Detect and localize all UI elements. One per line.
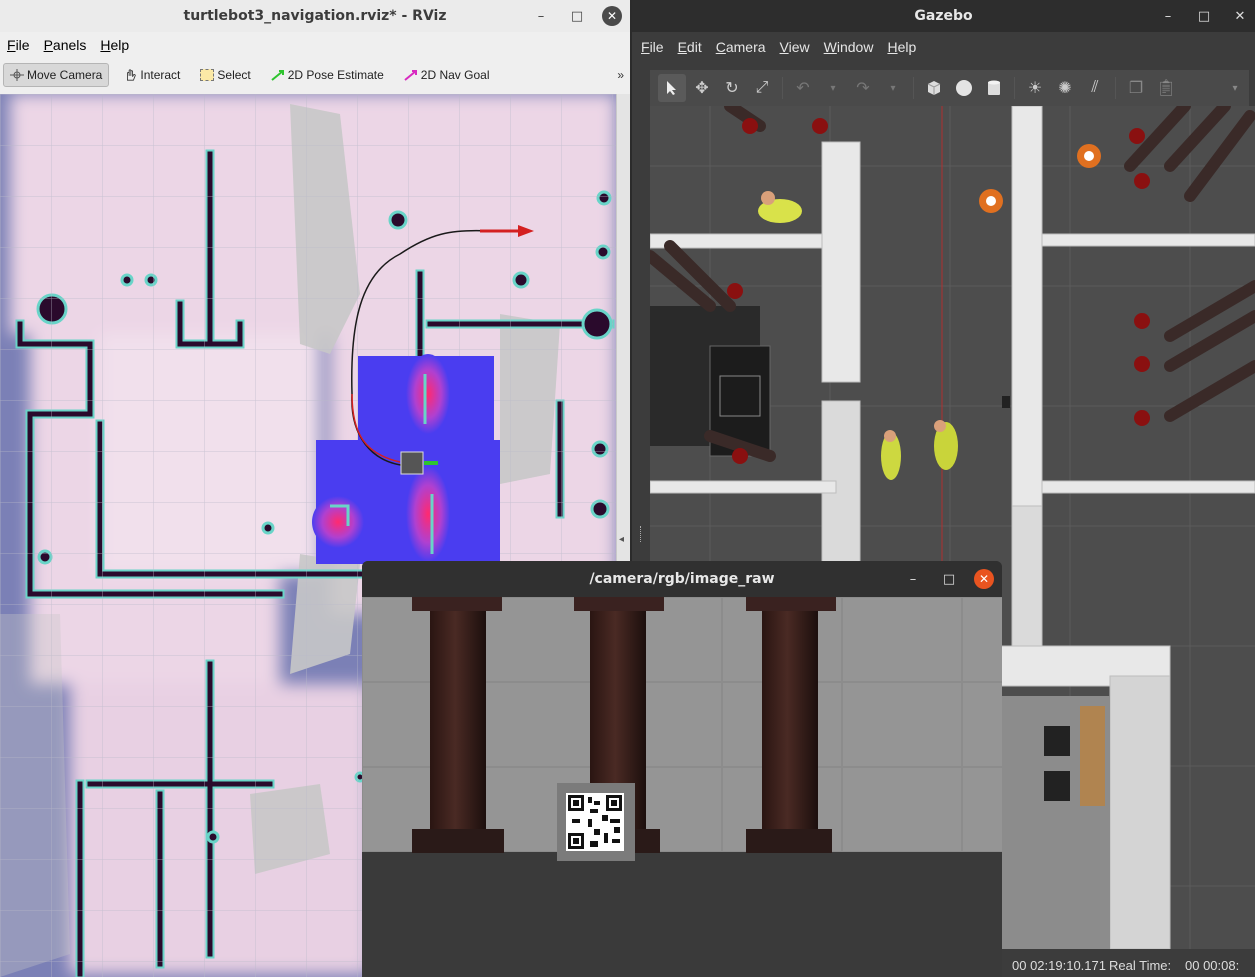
minimize-icon[interactable]: – [902,572,924,587]
gazebo-menubar: File Edit Camera View Window Help [632,36,1255,58]
camera-image [362,597,1002,977]
menu-file[interactable]: File [0,37,37,53]
magenta-arrow-icon [404,70,417,81]
hand-icon [127,69,136,81]
select-button[interactable]: Select [194,64,256,86]
redo-icon[interactable]: ↷ [849,74,877,102]
toolbar-separator [782,77,783,99]
tool-label: 2D Pose Estimate [287,68,384,82]
move-camera-icon [10,69,24,81]
sun-light-icon[interactable]: ☀ [1021,74,1049,102]
interact-button[interactable]: Interact [117,64,186,86]
tool-label: 2D Nav Goal [420,68,490,82]
tool-label: Interact [140,68,181,82]
undo-icon[interactable]: ↶ [789,74,817,102]
tool-label: Move Camera [27,68,103,82]
camera-image-window: /camera/rgb/image_raw – □ ✕ [362,561,1002,977]
qr-code-marker [557,783,635,861]
toolbar-separator [1115,77,1116,99]
gazebo-toolbar: ✥ ↻ ⤢ ↶ ▾ ↷ ▾ ☀ ✺ ⫽ ❐ 📋︎ ▾ [650,70,1249,106]
menu-window[interactable]: Window [817,39,881,55]
close-icon[interactable]: ✕ [974,569,994,589]
minimize-icon[interactable]: – [530,9,552,24]
close-icon[interactable]: ✕ [1229,9,1251,24]
toolbar-separator [913,77,914,99]
scale-icon[interactable]: ⤢ [748,74,776,102]
maximize-icon[interactable]: □ [566,9,588,24]
gazebo-window-controls: – □ ✕ [1157,0,1251,32]
menu-panels[interactable]: Panels [37,37,94,53]
copy-icon[interactable]: ❐ [1122,74,1150,102]
paste-icon[interactable]: 📋︎ [1152,74,1180,102]
2d-pose-estimate-button[interactable]: 2D Pose Estimate [265,64,390,86]
spot-light-icon[interactable]: ⫽ [1081,74,1109,102]
toolbar-overflow-icon[interactable]: » [617,68,624,82]
menu-view[interactable]: View [773,39,817,55]
sphere-icon[interactable] [950,74,978,102]
rviz-menubar: File Panels Help [0,34,630,56]
close-icon[interactable]: ✕ [602,6,622,26]
maximize-icon[interactable]: □ [1193,9,1215,24]
menu-help[interactable]: Help [93,37,136,53]
menu-camera[interactable]: Camera [709,39,773,55]
rotate-icon[interactable]: ↻ [718,74,746,102]
collapse-panel-icon[interactable]: ◂ [619,534,624,545]
menu-help[interactable]: Help [880,39,923,55]
2d-nav-goal-button[interactable]: 2D Nav Goal [398,64,496,86]
translate-icon[interactable]: ✥ [688,74,716,102]
toolbar-separator [1014,77,1015,99]
rviz-window-controls: – □ ✕ [530,0,622,32]
sim-time-value: 00 02:19:10.171 [1012,958,1106,973]
menu-edit[interactable]: Edit [671,39,709,55]
rviz-toolbar: Move Camera Interact Select 2D Pose Esti… [0,60,630,90]
minimize-icon[interactable]: – [1157,9,1179,24]
real-time-value: 00 00:08: [1185,958,1240,973]
cylinder-icon[interactable] [980,74,1008,102]
menu-file[interactable]: File [632,39,671,55]
real-time-label: Real Time: [1109,958,1172,973]
box-icon[interactable] [920,74,948,102]
maximize-icon[interactable]: □ [938,572,960,587]
toolbar-overflow-icon[interactable]: ▾ [1221,74,1249,102]
green-arrow-icon [271,70,284,81]
point-light-icon[interactable]: ✺ [1051,74,1079,102]
tool-label: Select [217,68,251,82]
redo-dropdown-icon[interactable]: ▾ [879,74,907,102]
select-box-icon [200,69,215,81]
camera-window-controls: – □ ✕ [902,561,994,597]
select-arrow-icon[interactable] [658,74,686,102]
undo-dropdown-icon[interactable]: ▾ [819,74,847,102]
move-camera-button[interactable]: Move Camera [3,63,110,87]
